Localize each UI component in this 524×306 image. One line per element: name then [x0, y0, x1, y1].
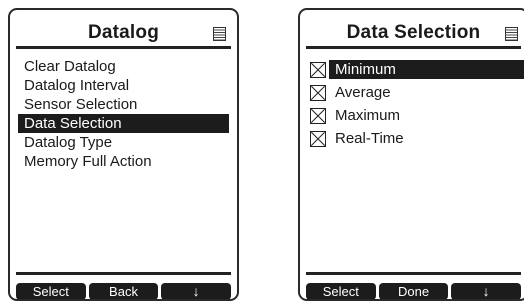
menu-item-clear-datalog[interactable]: Clear Datalog [18, 57, 229, 76]
done-button[interactable]: Done [378, 283, 449, 299]
select-button[interactable]: Select [306, 283, 376, 299]
option-label: Real-Time [335, 130, 404, 147]
datalog-screen: Datalog Clear Datalog Datalog Interval S… [8, 8, 239, 301]
menu-item-datalog-type[interactable]: Datalog Type [18, 133, 229, 152]
option-label: Average [335, 84, 391, 101]
title-divider [16, 46, 231, 49]
checkbox-checked-icon[interactable] [310, 130, 326, 147]
document-icon [213, 27, 226, 41]
softkey-bar: Select Back ↓ [16, 283, 232, 299]
menu-item-data-selection[interactable]: Data Selection [18, 114, 229, 133]
softkey-divider [306, 272, 521, 275]
screen-title: Datalog [87, 22, 160, 43]
data-selection-list: Minimum Average Maximum Real-Time [310, 58, 524, 150]
document-icon [505, 27, 518, 41]
menu-item-memory-full-action[interactable]: Memory Full Action [18, 152, 229, 171]
down-arrow-button[interactable]: ↓ [161, 283, 232, 299]
option-label: Minimum [329, 60, 524, 79]
back-button[interactable]: Back [88, 283, 159, 299]
down-arrow-button[interactable]: ↓ [451, 283, 522, 299]
screen-title: Data Selection [346, 22, 481, 43]
checkbox-checked-icon[interactable] [310, 84, 326, 101]
data-selection-screen: Data Selection Minimum Average Maximum R… [298, 8, 524, 301]
option-minimum[interactable]: Minimum [310, 58, 524, 81]
menu-item-sensor-selection[interactable]: Sensor Selection [18, 95, 229, 114]
softkey-divider [16, 272, 231, 275]
option-label: Maximum [335, 107, 401, 124]
option-maximum[interactable]: Maximum [310, 104, 524, 127]
checkbox-checked-icon[interactable] [310, 107, 326, 124]
select-button[interactable]: Select [16, 283, 86, 299]
softkey-bar: Select Done ↓ [306, 283, 522, 299]
option-real-time[interactable]: Real-Time [310, 127, 524, 150]
checkbox-checked-icon[interactable] [310, 61, 326, 78]
title-divider [306, 46, 521, 49]
option-average[interactable]: Average [310, 81, 524, 104]
menu-item-datalog-interval[interactable]: Datalog Interval [18, 76, 229, 95]
datalog-menu: Clear Datalog Datalog Interval Sensor Se… [18, 57, 229, 171]
